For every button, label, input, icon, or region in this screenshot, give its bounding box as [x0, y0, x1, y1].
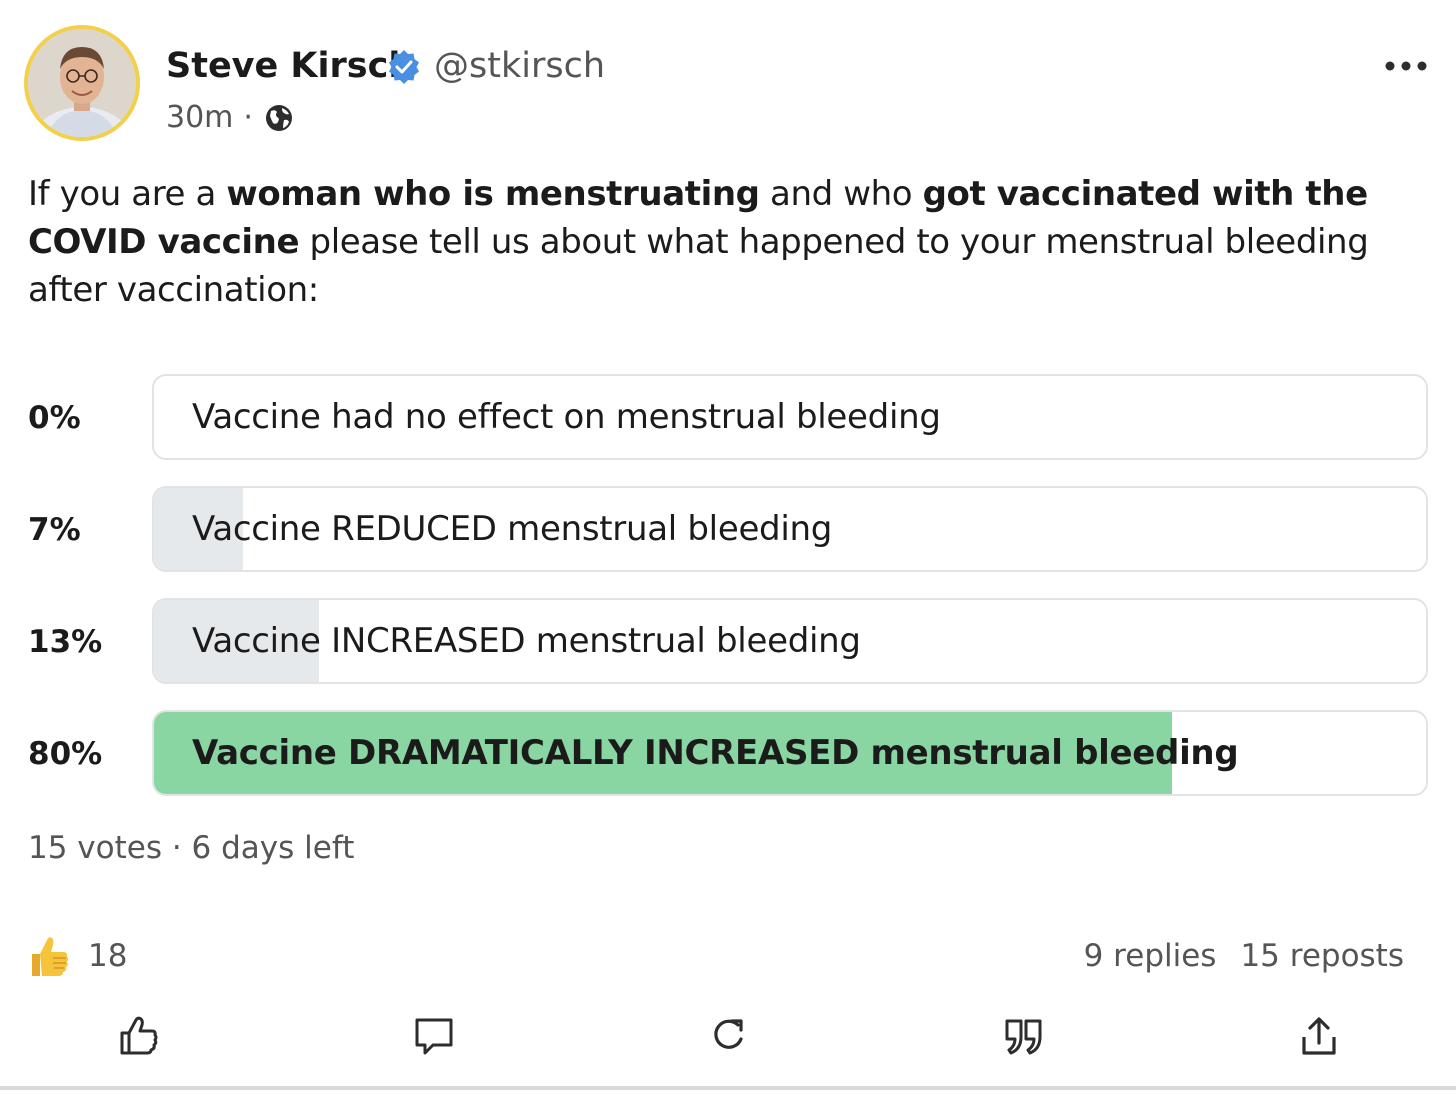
globe-icon [265, 105, 292, 131]
post-text: If you are a woman who is menstruating a… [28, 170, 1428, 314]
replies-count[interactable]: 9 replies [1084, 938, 1217, 974]
meta-separator: · [243, 100, 253, 135]
more-horizontal-icon [1385, 61, 1427, 71]
reply-button[interactable] [410, 1012, 458, 1060]
poll-option-label: Vaccine DRAMATICALLY INCREASED menstrual… [192, 733, 1239, 773]
post-text-span: If you are a [28, 174, 227, 214]
poll-option-label: Vaccine INCREASED menstrual bleeding [192, 621, 861, 661]
avatar-portrait [28, 29, 136, 137]
author-name[interactable]: Steve Kirsch [166, 44, 413, 88]
more-options-button[interactable] [1378, 50, 1434, 82]
post-timestamp[interactable]: 30m [166, 98, 233, 138]
like-count: 18 [88, 938, 128, 974]
comment-icon [415, 1018, 453, 1055]
repost-icon [714, 1019, 743, 1049]
engagement-counts: 9 replies 15 reposts [1084, 932, 1404, 980]
thumbs-up-outline-icon [120, 1016, 158, 1055]
poll-percent: 7% [28, 512, 81, 548]
verified-badge-icon [389, 50, 419, 84]
share-icon [1302, 1017, 1336, 1055]
thumbs-up-emoji-icon [32, 937, 68, 976]
repost-button[interactable] [705, 1012, 753, 1060]
poll-percent: 80% [28, 736, 103, 772]
poll-option[interactable]: Vaccine had no effect on menstrual bleed… [152, 374, 1428, 460]
poll-option[interactable]: Vaccine INCREASED menstrual bleeding [152, 598, 1428, 684]
poll-option-label: Vaccine had no effect on menstrual bleed… [192, 397, 941, 437]
poll-row: 13% Vaccine INCREASED menstrual bleeding [0, 598, 1456, 686]
avatar[interactable] [24, 25, 140, 141]
poll-row: 0% Vaccine had no effect on menstrual ble… [0, 374, 1456, 462]
poll-row: 80% Vaccine DRAMATICALLY INCREASED menstr… [0, 710, 1456, 798]
like-summary[interactable]: 18 [28, 932, 127, 980]
reposts-count[interactable]: 15 reposts [1240, 938, 1404, 974]
post-text-bold: woman who is menstruating [226, 174, 760, 214]
poll-option-label: Vaccine REDUCED menstrual bleeding [192, 509, 833, 549]
poll-percent: 13% [28, 624, 103, 660]
poll-option[interactable]: Vaccine REDUCED menstrual bleeding [152, 486, 1428, 572]
post-text-span: and who [759, 174, 923, 214]
quote-button[interactable] [1000, 1012, 1048, 1060]
quote-icon [1005, 1019, 1042, 1055]
post-card: Steve Kirsch @stkirsch 30m · If you are … [0, 0, 1456, 1090]
poll-row: 7% Vaccine REDUCED menstrual bleeding [0, 486, 1456, 574]
poll-option[interactable]: Vaccine DRAMATICALLY INCREASED menstrual… [152, 710, 1428, 796]
share-button[interactable] [1295, 1012, 1343, 1060]
poll-percent: 0% [28, 400, 81, 436]
author-handle[interactable]: @stkirsch [434, 44, 605, 88]
post-meta: 30m · [166, 98, 295, 138]
poll-summary: 15 votes · 6 days left [28, 830, 355, 866]
like-button[interactable] [115, 1012, 163, 1060]
